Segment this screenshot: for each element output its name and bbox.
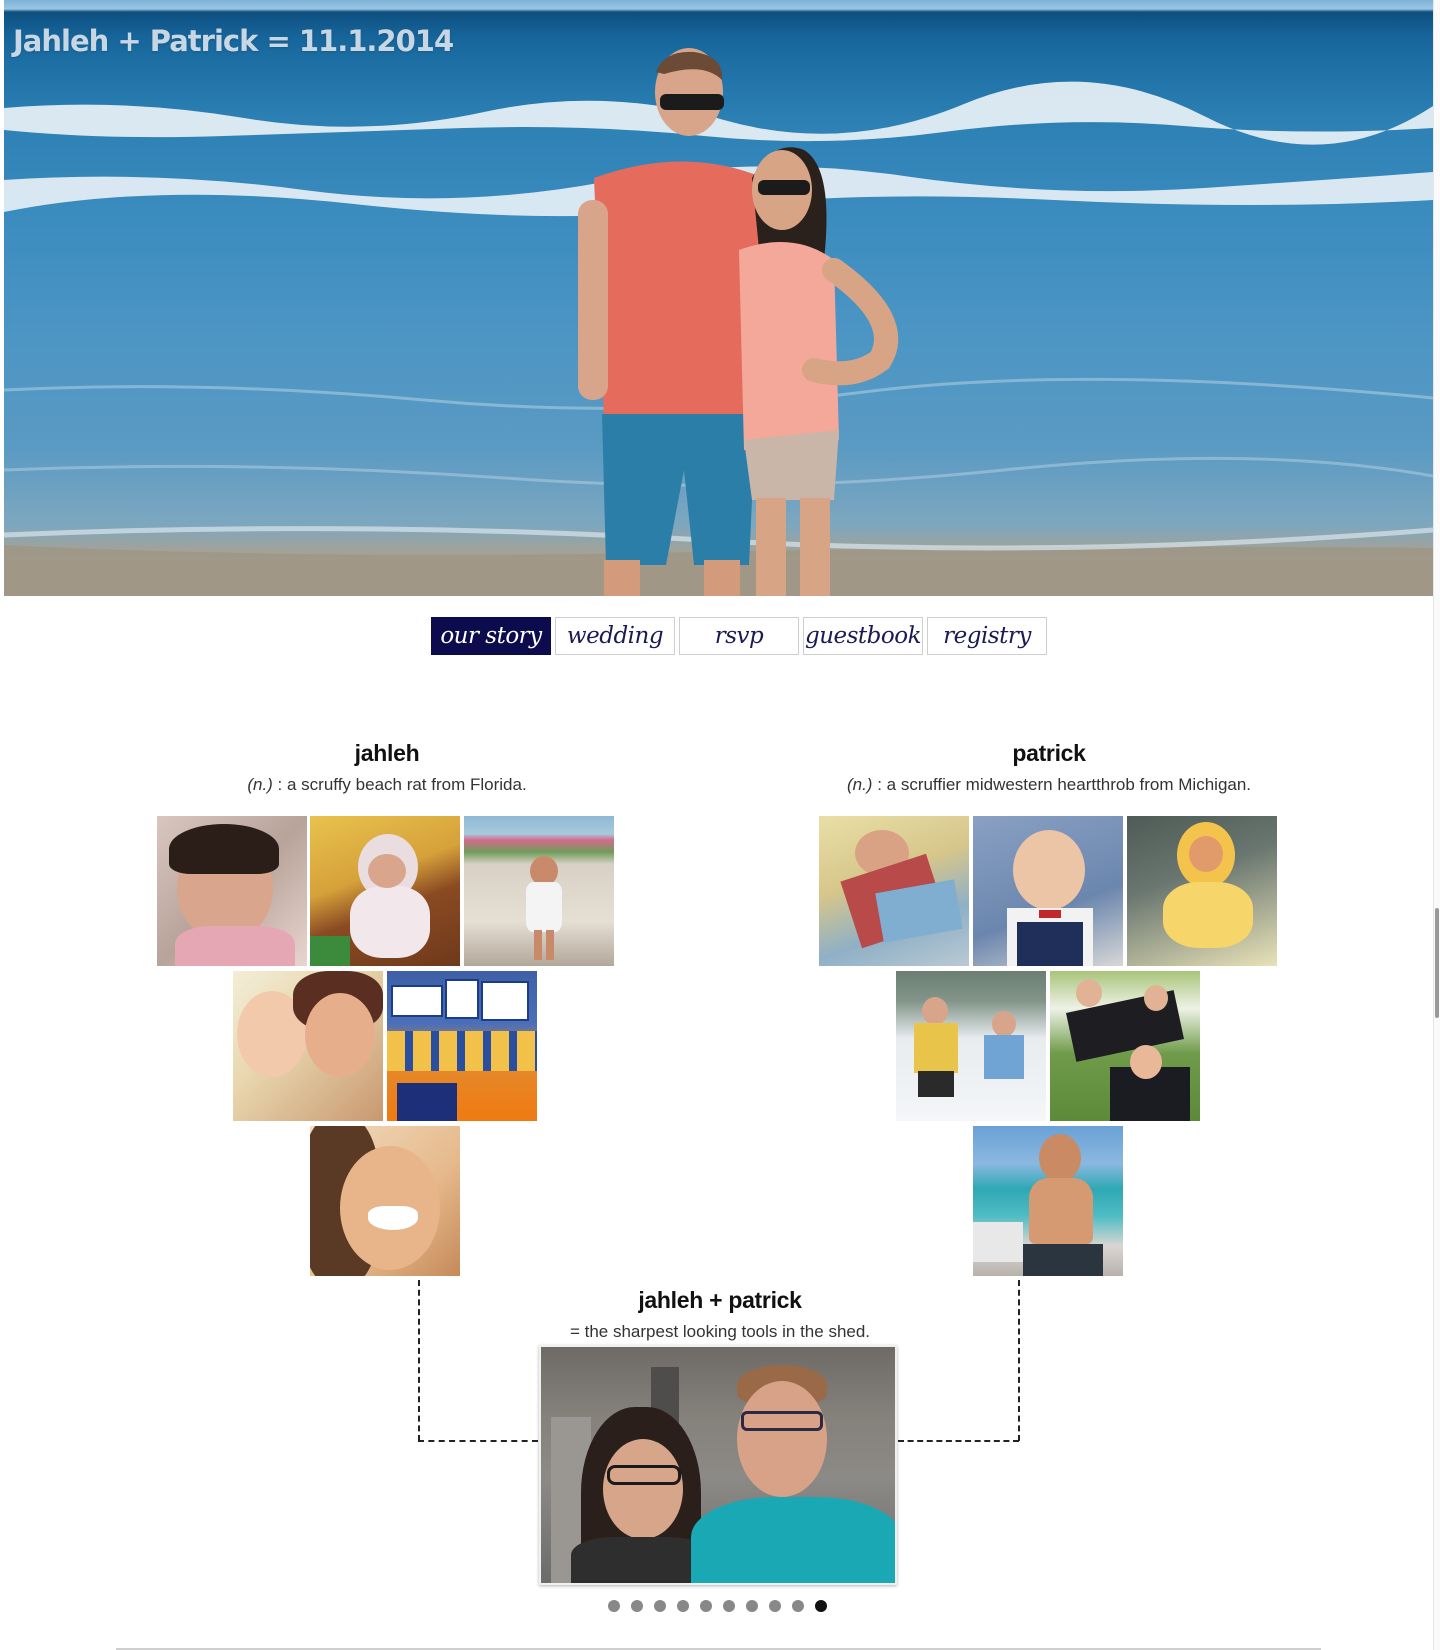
tab-our-story[interactable]: our story [431, 617, 551, 655]
pager-dot[interactable] [677, 1600, 689, 1612]
connector-jahleh-vertical [418, 1280, 420, 1441]
jahleh-photo-gators[interactable] [387, 971, 537, 1121]
patrick-definition: (n.) : a scruffier midwestern heartthrob… [749, 775, 1349, 795]
tab-guestbook[interactable]: guestbook [803, 617, 923, 655]
jahleh-photo-sailor[interactable] [464, 816, 614, 966]
pager-dot[interactable] [631, 1600, 643, 1612]
site-title: Jahleh + Patrick = 11.1.2014 [13, 24, 454, 58]
patrick-photo-snow[interactable] [896, 971, 1046, 1121]
couple-definition: = the sharpest looking tools in the shed… [569, 1322, 871, 1341]
jahleh-definition: (n.) : a scruffy beach rat from Florida. [87, 775, 687, 795]
woman-figure [739, 147, 899, 596]
jahleh-name: jahleh [354, 740, 420, 766]
patrick-photo-boat[interactable] [973, 1126, 1123, 1276]
patrick-photo-lion-costume[interactable] [1127, 816, 1277, 966]
beach-photo [4, 48, 1433, 596]
pager-dot-active[interactable] [815, 1600, 827, 1612]
patrick-name: patrick [1012, 740, 1086, 766]
pager-dot[interactable] [700, 1600, 712, 1612]
pager-dot[interactable] [769, 1600, 781, 1612]
pager-dot[interactable] [792, 1600, 804, 1612]
pager-dot[interactable] [723, 1600, 735, 1612]
patrick-definition-text: : a scruffier midwestern heartthrob from… [872, 775, 1252, 794]
jahleh-definition-text: : a scruffy beach rat from Florida. [272, 775, 527, 794]
connector-patrick-horizontal [898, 1440, 1019, 1442]
patrick-photo-toddler[interactable] [973, 816, 1123, 966]
pager-dot[interactable] [608, 1600, 620, 1612]
scrollbar-thumb[interactable] [1435, 908, 1439, 1018]
patrick-photo-infant[interactable] [819, 816, 969, 966]
pager-dot[interactable] [746, 1600, 758, 1612]
couple-heading: jahleh + patrick = the sharpest looking … [440, 1287, 1000, 1342]
part-of-speech: (n.) [247, 775, 273, 794]
jahleh-photo-baby[interactable] [157, 816, 307, 966]
tab-rsvp[interactable]: rsvp [679, 617, 799, 655]
jahleh-photo-smile[interactable] [310, 1126, 460, 1276]
couple-photo-slideshow[interactable] [539, 1345, 897, 1585]
jahleh-photo-selfie-friend[interactable] [233, 971, 383, 1121]
scrollbar-track[interactable] [1433, 0, 1440, 1650]
couple-title: jahleh + patrick [638, 1287, 802, 1313]
patrick-heading: patrick (n.) : a scruffier midwestern he… [749, 740, 1349, 795]
hero-banner: Jahleh + Patrick = 11.1.2014 [4, 0, 1433, 596]
connector-patrick-vertical [1018, 1280, 1020, 1441]
connector-jahleh-horizontal [418, 1440, 538, 1442]
slideshow-pager [608, 1600, 827, 1612]
jahleh-heading: jahleh (n.) : a scruffy beach rat from F… [87, 740, 687, 795]
jahleh-photo-bunny[interactable] [310, 816, 460, 966]
patrick-photo-prom[interactable] [1050, 971, 1200, 1121]
pager-dot[interactable] [654, 1600, 666, 1612]
tab-wedding[interactable]: wedding [555, 617, 675, 655]
main-nav: our story wedding rsvp guestbook registr… [431, 617, 1047, 655]
part-of-speech: (n.) [846, 775, 873, 794]
tab-registry[interactable]: registry [927, 617, 1047, 655]
